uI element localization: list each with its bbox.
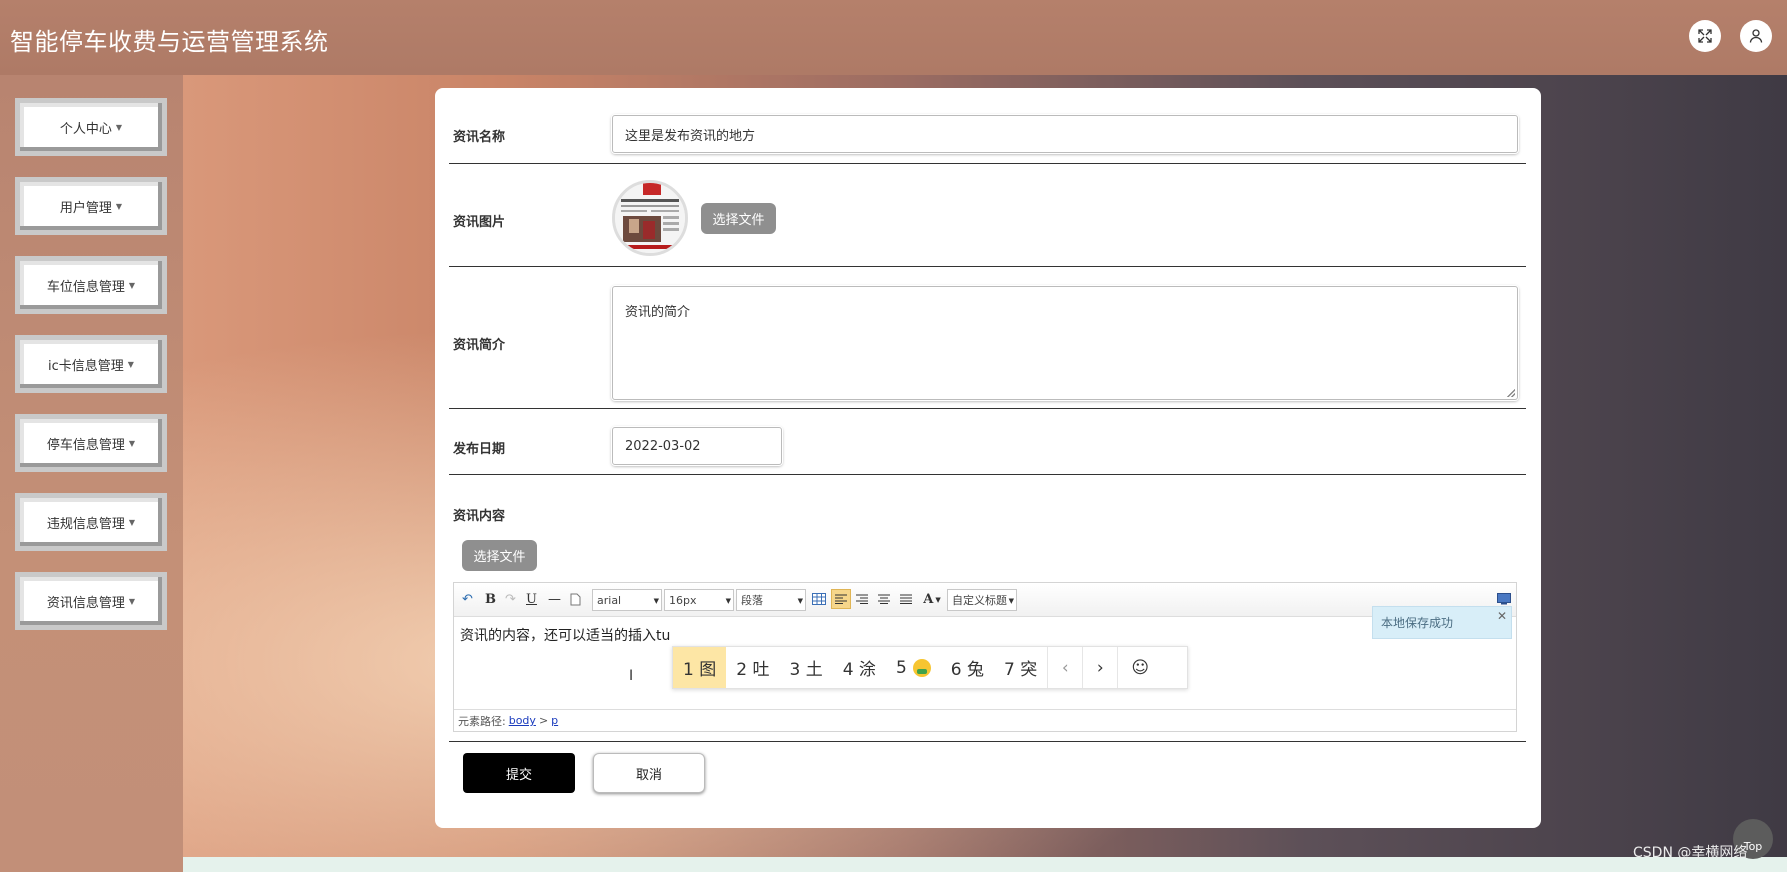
news-image-label: 资讯图片: [453, 215, 506, 230]
news-name-input[interactable]: 这里是发布资讯的地方: [612, 115, 1518, 153]
ime-candidate-3[interactable]: 3 土: [779, 647, 832, 688]
font-size-select[interactable]: 16px ▼: [664, 589, 734, 611]
ime-candidate-4[interactable]: 4 涂: [833, 647, 886, 688]
caret-down-icon: ▼: [128, 280, 136, 290]
dropdown-arrow-icon: ▼: [797, 597, 803, 605]
submit-button[interactable]: 提交: [463, 753, 575, 793]
chevron-right-icon[interactable]: ›: [1082, 647, 1117, 688]
divider: [449, 266, 1526, 267]
dropdown-arrow-icon: ▼: [653, 597, 659, 605]
paragraph-value: 段落: [741, 594, 763, 607]
sidebar-item-news[interactable]: 资讯信息管理 ▼: [15, 572, 167, 630]
new-document-icon[interactable]: [570, 591, 581, 607]
font-color-icon[interactable]: A ▼: [921, 591, 943, 607]
ime-candidate-6[interactable]: 6 兔: [941, 647, 994, 688]
caret-down-icon: ▼: [127, 359, 134, 369]
sidebar-item-label: 违规信息管理: [46, 516, 125, 532]
align-left-icon[interactable]: [831, 589, 851, 609]
sidebar-item-user-management[interactable]: 用户管理 ▼: [15, 177, 167, 235]
user-icon[interactable]: [1740, 20, 1772, 52]
ime-candidate-5[interactable]: 5: [886, 647, 941, 688]
sidebar-item-label: ic卡信息管理: [48, 358, 124, 374]
emoji-vomit-icon: [912, 658, 931, 677]
element-path-bar: 元素路径: body > p: [454, 709, 1516, 731]
choose-image-button[interactable]: 选择文件: [701, 203, 776, 234]
chevron-left-icon[interactable]: ‹: [1047, 647, 1082, 688]
divider: [449, 474, 1526, 475]
align-right-icon[interactable]: [855, 591, 869, 607]
sidebar: 个人中心 ▼ 用户管理 ▼ 车位信息管理 ▼ ic卡信息管理 ▼ 停车信息管理 ▼ 违规信…: [0, 75, 183, 872]
undo-icon[interactable]: ↶: [462, 591, 473, 607]
news-intro-text: 资讯的简介: [625, 305, 691, 320]
ime-candidate-bar: 1 图 2 吐 3 土 4 涂 5 6 兔 7 突 ‹ › ☺: [672, 646, 1188, 689]
caret-down-icon: ▼: [115, 201, 123, 211]
bold-icon[interactable]: B: [485, 591, 496, 607]
sidebar-item-ic-card[interactable]: ic卡信息管理 ▼: [15, 335, 167, 393]
sidebar-item-personal-center[interactable]: 个人中心 ▼: [15, 98, 167, 156]
close-icon[interactable]: ✕: [1497, 609, 1507, 623]
rich-text-editor: ↶ B ↷ U — arial ▼ 16px ▼ 段落 ▼ A ▼ 自定义标题 …: [453, 582, 1517, 732]
font-family-select[interactable]: arial ▼: [592, 589, 662, 611]
sidebar-item-violation[interactable]: 违规信息管理 ▼: [15, 493, 167, 551]
dropdown-arrow-icon: ▼: [1008, 597, 1014, 605]
sidebar-item-label: 停车信息管理: [46, 437, 125, 453]
font-family-value: arial: [597, 593, 622, 607]
cancel-button[interactable]: 取消: [593, 753, 705, 793]
dropdown-arrow-icon: ▼: [725, 597, 731, 605]
caret-down-icon: ▼: [128, 596, 136, 606]
sidebar-item-parking-space[interactable]: 车位信息管理 ▼: [15, 256, 167, 314]
footer-strip: [183, 857, 1787, 872]
align-center-icon[interactable]: [877, 591, 891, 607]
ime-candidate-1[interactable]: 1 图: [673, 647, 727, 688]
table-icon[interactable]: [811, 591, 827, 607]
resize-grip-icon[interactable]: [1507, 389, 1515, 397]
choose-content-file-button[interactable]: 选择文件: [462, 540, 537, 571]
sidebar-item-label: 资讯信息管理: [46, 595, 125, 611]
toast-text: 本地保存成功: [1381, 616, 1454, 630]
smiley-icon[interactable]: ☺: [1117, 647, 1162, 688]
app-title: 智能停车收费与运营管理系统: [10, 28, 329, 56]
caret-down-icon: ▼: [128, 438, 136, 448]
news-intro-label: 资讯简介: [453, 338, 506, 353]
sidebar-item-label: 个人中心: [59, 121, 112, 137]
caret-down-icon: ▼: [115, 122, 123, 132]
news-image-preview[interactable]: [612, 180, 688, 256]
publish-date-label: 发布日期: [453, 442, 506, 457]
editor-content[interactable]: 资讯的内容，还可以适当的插入tu: [460, 625, 670, 645]
news-intro-textarea[interactable]: 资讯的简介: [612, 286, 1518, 400]
horizontal-rule-icon[interactable]: —: [548, 591, 561, 607]
news-name-label: 资讯名称: [453, 130, 506, 145]
align-justify-icon[interactable]: [899, 591, 913, 607]
custom-title-value: 自定义标题: [952, 594, 1007, 607]
top-bar: 智能停车收费与运营管理系统: [0, 0, 1787, 75]
divider: [449, 163, 1526, 164]
ime-candidate-2[interactable]: 2 吐: [726, 647, 779, 688]
sidebar-item-label: 车位信息管理: [46, 279, 125, 295]
text-cursor-icon: I: [629, 668, 634, 684]
fullscreen-icon[interactable]: [1689, 20, 1721, 52]
ime-candidate-5-number: 5: [895, 657, 907, 678]
editor-toolbar: ↶ B ↷ U — arial ▼ 16px ▼ 段落 ▼ A ▼ 自定义标题 …: [454, 583, 1516, 617]
sidebar-item-label: 用户管理: [59, 200, 112, 216]
caret-down-icon: ▼: [128, 517, 136, 527]
news-form-panel: 资讯名称 这里是发布资讯的地方 资讯图片 选择文件 资讯简介 资讯的简介 发布日…: [435, 88, 1541, 828]
publish-date-input[interactable]: 2022-03-02: [612, 427, 782, 465]
element-path-label: 元素路径:: [458, 714, 506, 728]
path-body-link[interactable]: body: [509, 714, 536, 727]
watermark: CSDN @幸横网络: [1633, 845, 1748, 861]
paragraph-select[interactable]: 段落 ▼: [736, 589, 806, 611]
sidebar-item-parking-info[interactable]: 停车信息管理 ▼: [15, 414, 167, 472]
redo-icon[interactable]: ↷: [505, 591, 516, 607]
news-content-label: 资讯内容: [453, 509, 506, 524]
divider: [449, 741, 1526, 742]
fullscreen-editor-icon[interactable]: [1497, 591, 1511, 607]
local-save-toast: 本地保存成功 ✕: [1372, 606, 1512, 639]
custom-title-select[interactable]: 自定义标题 ▼: [947, 589, 1017, 611]
font-size-value: 16px: [669, 593, 697, 607]
path-separator: >: [538, 714, 549, 727]
divider: [449, 408, 1526, 409]
ime-candidate-7[interactable]: 7 突: [994, 647, 1047, 688]
underline-icon[interactable]: U: [526, 591, 537, 607]
path-p-link[interactable]: p: [551, 714, 558, 727]
